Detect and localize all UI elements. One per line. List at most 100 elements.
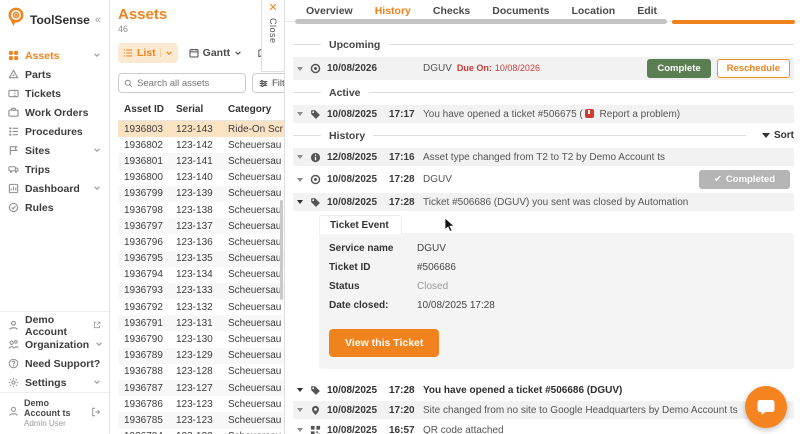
timeline-event-row[interactable]: 10/08/2026 DGUV Due On: 10/08/2026 Complet… xyxy=(293,57,794,80)
chevron-down-icon xyxy=(93,145,101,157)
gantt-view-button[interactable]: Gantt xyxy=(184,43,247,63)
due-date: 10/08/2026 xyxy=(494,63,540,73)
tab-overview[interactable]: Overview xyxy=(295,0,364,21)
timeline-event-row[interactable]: 10/08/2025 16:57 QR code attached xyxy=(293,421,794,434)
completed-badge: ✔ Completed xyxy=(698,170,790,189)
expand-chevron-icon[interactable] xyxy=(297,155,310,159)
horizontal-scrollbar[interactable] xyxy=(295,19,667,24)
timeline-event-row[interactable]: 10/08/2025 17:17 You have opened a ticke… xyxy=(293,105,794,123)
chat-fab-button[interactable] xyxy=(745,386,787,428)
chevron-down-icon xyxy=(234,49,242,57)
toolsense-logo-icon xyxy=(7,7,25,32)
tab-edit[interactable]: Edit xyxy=(626,0,668,21)
tab-checks[interactable]: Checks xyxy=(422,0,481,21)
asset-table-row[interactable]: 1936786 123-123 Scheuersau xyxy=(118,396,284,412)
sidebar-item-sites[interactable]: Sites xyxy=(0,141,109,160)
asset-table-row[interactable]: 1936787 123-127 Scheuersau xyxy=(118,380,284,397)
sidebar-footer: Demo Account Organization Need Support? … xyxy=(0,311,109,392)
asset-table-row[interactable]: 1936792 123-132 Scheuersau xyxy=(118,299,284,315)
asset-table-row[interactable]: 1936798 123-138 Scheuersau xyxy=(118,202,284,218)
header-serial[interactable]: Serial xyxy=(176,104,228,115)
view-ticket-button[interactable]: View this Ticket xyxy=(329,329,440,357)
timeline-event-row[interactable]: 10/08/2025 17:28 You have opened a ticke… xyxy=(293,381,794,399)
asset-table-row[interactable]: 1936803 123-143 Ride-On Scr xyxy=(118,121,284,138)
asset-table-row[interactable]: 1936795 123-135 Scheuersau xyxy=(118,250,284,267)
expand-chevron-icon[interactable] xyxy=(297,200,310,204)
tab-location[interactable]: Location xyxy=(560,0,626,21)
footer-item-settings[interactable]: Settings xyxy=(0,373,109,392)
asset-table-row[interactable]: 1936793 123-133 Scheuersau xyxy=(118,282,284,300)
asset-table-row[interactable]: 1936801 123-141 Scheuersau xyxy=(118,153,284,170)
asset-search[interactable] xyxy=(118,73,246,93)
asset-table-row[interactable]: 1936788 123-128 Scheuersau xyxy=(118,364,284,380)
brand-name: ToolSense xyxy=(30,12,90,27)
section-divider-active: Active xyxy=(293,86,794,99)
timeline-event-row[interactable]: 10/08/2025 17:20 Site changed from no si… xyxy=(293,401,794,419)
user-meta: Demo Account ts Admin User xyxy=(24,398,86,428)
asset-table-row[interactable]: 1936789 123-129 Scheuersau xyxy=(118,347,284,364)
sidebar-nav: Assets Parts Tickets Work Orders Procedu… xyxy=(0,40,109,217)
timeline-event-row[interactable]: 10/08/2025 17:28 Ticket #506686 (DGUV) y… xyxy=(293,193,794,211)
user-row[interactable]: Demo Account ts Admin User xyxy=(0,392,109,434)
assets-icon xyxy=(8,50,19,61)
sidebar-item-procedures[interactable]: Procedures xyxy=(0,122,109,141)
asset-table-row[interactable]: 1936784 123-122 Scheuersau xyxy=(118,429,284,434)
header-category[interactable]: Category xyxy=(228,104,284,115)
timeline-event-row[interactable]: 12/08/2025 17:16 Asset type changed from… xyxy=(293,148,794,166)
complete-button[interactable]: Complete xyxy=(647,59,711,78)
sidebar-item-work-orders[interactable]: Work Orders xyxy=(0,103,109,122)
asset-table-row[interactable]: 1936802 123-142 Scheuersau xyxy=(118,137,284,153)
search-row: Filter xyxy=(118,73,284,93)
ticket-card-field: Status Closed xyxy=(329,281,449,292)
vertical-scrollbar-thumb[interactable] xyxy=(280,200,283,300)
asset-table-row[interactable]: 1936797 123-137 Scheuersau xyxy=(118,218,284,235)
sidebar-item-rules[interactable]: Rules xyxy=(0,198,109,217)
reschedule-button[interactable]: Reschedule xyxy=(716,59,790,78)
asset-table-row[interactable]: 1936791 123-131 Scheuersau xyxy=(118,315,284,332)
sidebar-item-assets[interactable]: Assets xyxy=(0,46,109,65)
sidebar-item-dashboard[interactable]: Dashboard xyxy=(0,179,109,198)
expand-chevron-icon[interactable] xyxy=(297,66,310,71)
expand-chevron-icon[interactable] xyxy=(297,177,310,182)
asset-list-panel: ✕ Close Assets 46 List Gantt Map Filt xyxy=(110,0,285,434)
search-input[interactable] xyxy=(137,77,240,89)
due-on-label: Due On: xyxy=(456,63,492,73)
expand-chevron-icon[interactable] xyxy=(297,112,310,116)
logout-icon[interactable] xyxy=(91,404,101,422)
expand-chevron-icon[interactable] xyxy=(297,408,310,412)
sidebar-item-trips[interactable]: Trips xyxy=(0,160,109,179)
filter-button[interactable]: Filter xyxy=(252,73,284,93)
tag-icon xyxy=(310,385,327,396)
footer-item-need-support-[interactable]: Need Support? xyxy=(0,354,109,373)
tag-icon xyxy=(310,109,327,120)
tab-history[interactable]: History xyxy=(364,0,422,22)
asset-table-row[interactable]: 1936799 123-139 Scheuersau xyxy=(118,185,284,202)
ticket-card-title: Ticket Event xyxy=(319,215,402,234)
expand-chevron-icon[interactable] xyxy=(297,388,310,392)
dashboard-icon xyxy=(8,183,19,194)
asset-table-row[interactable]: 1936794 123-134 Scheuersau xyxy=(118,267,284,283)
asset-table-body: 1936803 123-143 Ride-On Scr 1936802 123-… xyxy=(118,121,284,434)
sidebar-item-tickets[interactable]: Tickets xyxy=(0,84,109,103)
chevron-down-icon xyxy=(93,50,101,62)
asset-table-row[interactable]: 1936800 123-140 Scheuersau xyxy=(118,170,284,186)
sidebar-collapse-icon[interactable]: « xyxy=(95,14,103,26)
close-icon[interactable]: ✕ xyxy=(268,3,277,14)
asset-table-row[interactable]: 1936785 123-123 Scheuersau xyxy=(118,412,284,429)
section-divider-history: History Sort xyxy=(293,129,794,142)
footer-item-organization[interactable]: Organization xyxy=(0,335,109,354)
sort-control[interactable]: Sort xyxy=(754,130,794,141)
drawer-close-button[interactable]: ✕ Close xyxy=(261,0,284,72)
asset-table-row[interactable]: 1936790 123-130 Scheuersau xyxy=(118,331,284,347)
sidebar-item-parts[interactable]: Parts xyxy=(0,65,109,84)
header-asset-id[interactable]: Asset ID xyxy=(118,104,176,115)
timeline-event-row[interactable]: 10/08/2025 17:28 DGUV ✔ Completed xyxy=(293,168,794,191)
list-view-button[interactable]: List xyxy=(118,43,178,63)
orange-scroll-segment[interactable] xyxy=(672,20,795,24)
asset-table-row[interactable]: 1936796 123-136 Scheuersau xyxy=(118,234,284,250)
tab-documents[interactable]: Documents xyxy=(481,0,560,21)
asset-detail-panel: Overview History Checks Documents Location Ed… xyxy=(285,0,800,434)
expand-chevron-icon[interactable] xyxy=(297,428,310,432)
footer-item-demo-account[interactable]: Demo Account xyxy=(0,314,109,338)
panel-title: Assets xyxy=(118,6,168,23)
